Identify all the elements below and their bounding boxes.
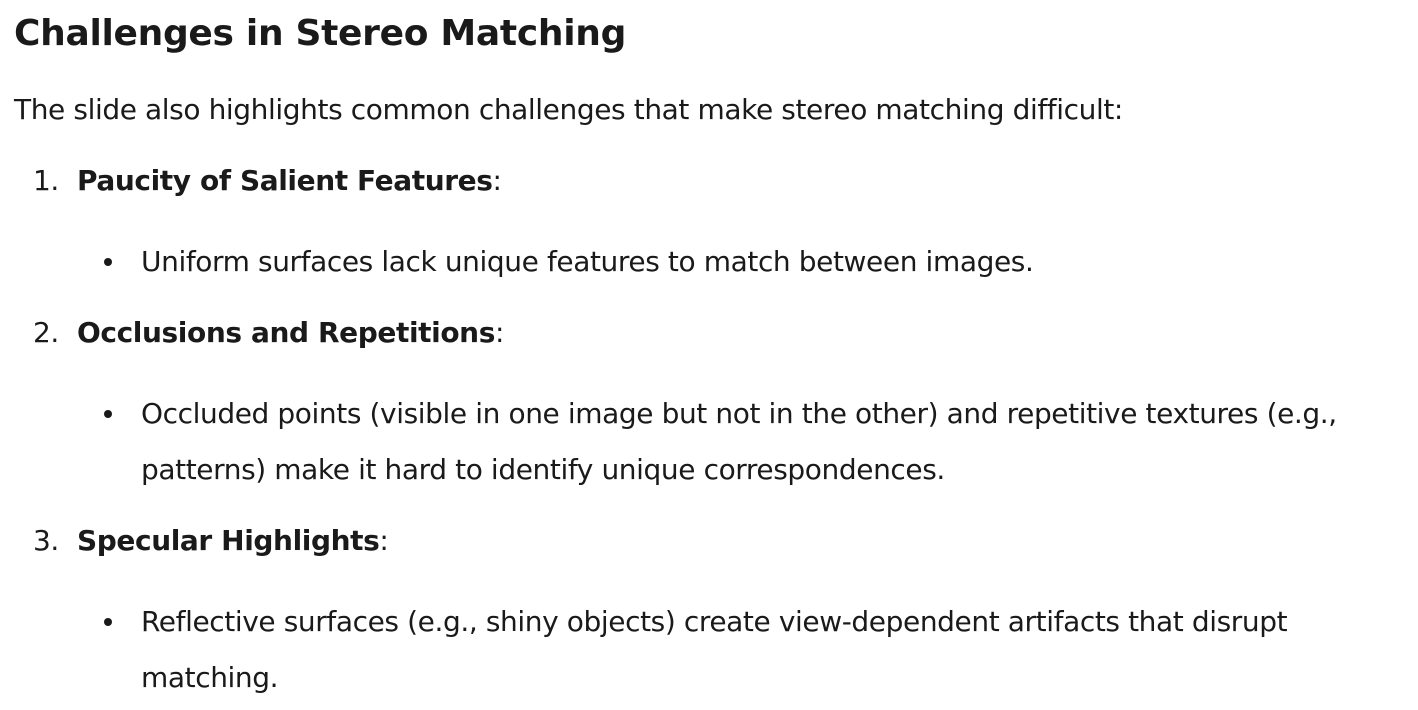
list-item-number: 1.	[33, 164, 59, 197]
list-item-2-bullet-text: Occluded points (visible in one image bu…	[141, 397, 1337, 486]
list-item-number: 3.	[33, 524, 59, 557]
page-title: Challenges in Stereo Matching	[14, 13, 627, 54]
list-item-number: 2.	[33, 316, 59, 349]
list-item-title-wrap: Paucity of Salient Features:	[77, 161, 502, 201]
list-item-title: Occlusions and Repetitions	[77, 316, 495, 349]
list-item-colon: :	[494, 316, 505, 349]
list-item-title: Specular Highlights	[77, 524, 380, 557]
list-item-title-wrap: Occlusions and Repetitions:	[77, 313, 504, 353]
list-item-3-bullet-text: Reflective surfaces (e.g., shiny objects…	[141, 605, 1288, 694]
list-item-colon: :	[379, 524, 389, 557]
bullet-icon	[102, 407, 116, 421]
list-item-1-bullet-text: Uniform surfaces lack unique features to…	[141, 245, 1034, 278]
intro-paragraph: The slide also highlights common challen…	[14, 93, 1123, 126]
list-item-title-wrap: Specular Highlights:	[77, 521, 389, 561]
list-item-colon: :	[492, 164, 502, 197]
bullet-icon	[102, 255, 116, 269]
bullet-icon	[102, 615, 116, 629]
list-item-title: Paucity of Salient Features	[77, 164, 493, 197]
